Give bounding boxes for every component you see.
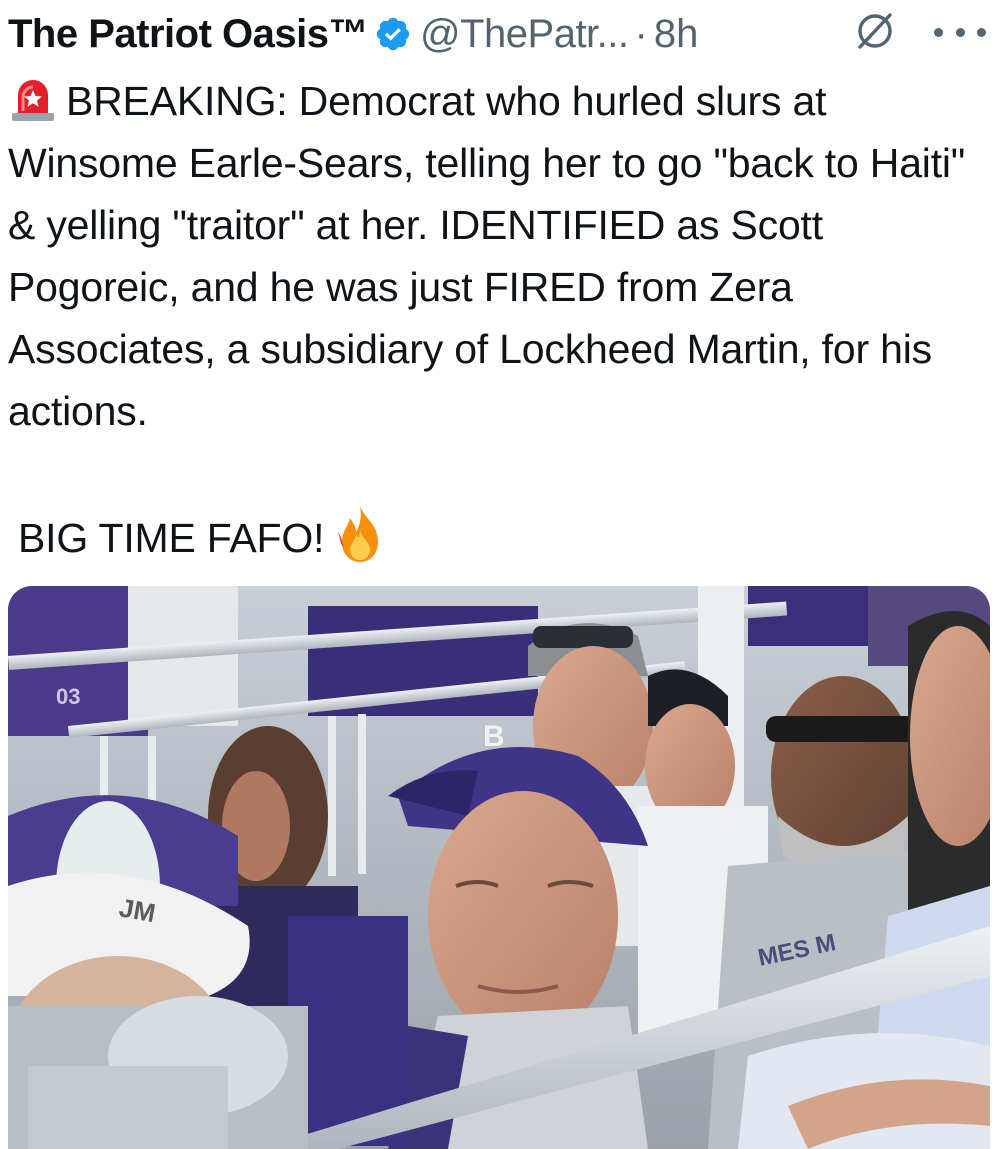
tweet-paragraph-1-text: BREAKING: Democrat who hurled slurs at W… (8, 78, 966, 434)
more-dot (955, 27, 965, 37)
separator-dot: · (634, 11, 648, 56)
tweet-media-photo[interactable]: 03 MES M JM B (8, 586, 990, 1149)
fire-emoji-icon (334, 504, 386, 564)
author-display-name[interactable]: The Patriot Oasis™ (8, 12, 368, 57)
cap-text: JM (117, 892, 158, 928)
author-handle[interactable]: @ThePatr... (420, 12, 629, 57)
cap-logo-text: B (483, 720, 505, 753)
more-options-icon[interactable] (934, 12, 986, 52)
verified-badge-icon (374, 15, 412, 53)
tweet-text: BREAKING: Democrat who hurled slurs at W… (8, 70, 988, 569)
jersey-number-text: 03 (56, 684, 80, 709)
siren-emoji-icon (8, 73, 58, 123)
more-dot (977, 27, 986, 37)
stadium-crowd-photo: 03 MES M JM B (8, 586, 990, 1149)
tweet-timestamp[interactable]: 8h (654, 12, 699, 57)
tweet-paragraph-1: BREAKING: Democrat who hurled slurs at W… (8, 70, 988, 442)
tweet-header: The Patriot Oasis™ @ThePatr... · 8h (8, 6, 988, 62)
tweet-paragraph-2: BIG TIME FAFO! (8, 504, 988, 569)
more-dot (934, 27, 943, 37)
tweet-paragraph-2-text: BIG TIME FAFO! (18, 515, 325, 561)
tweet[interactable]: The Patriot Oasis™ @ThePatr... · 8h BREA… (0, 0, 992, 1149)
grok-icon[interactable] (852, 8, 898, 54)
